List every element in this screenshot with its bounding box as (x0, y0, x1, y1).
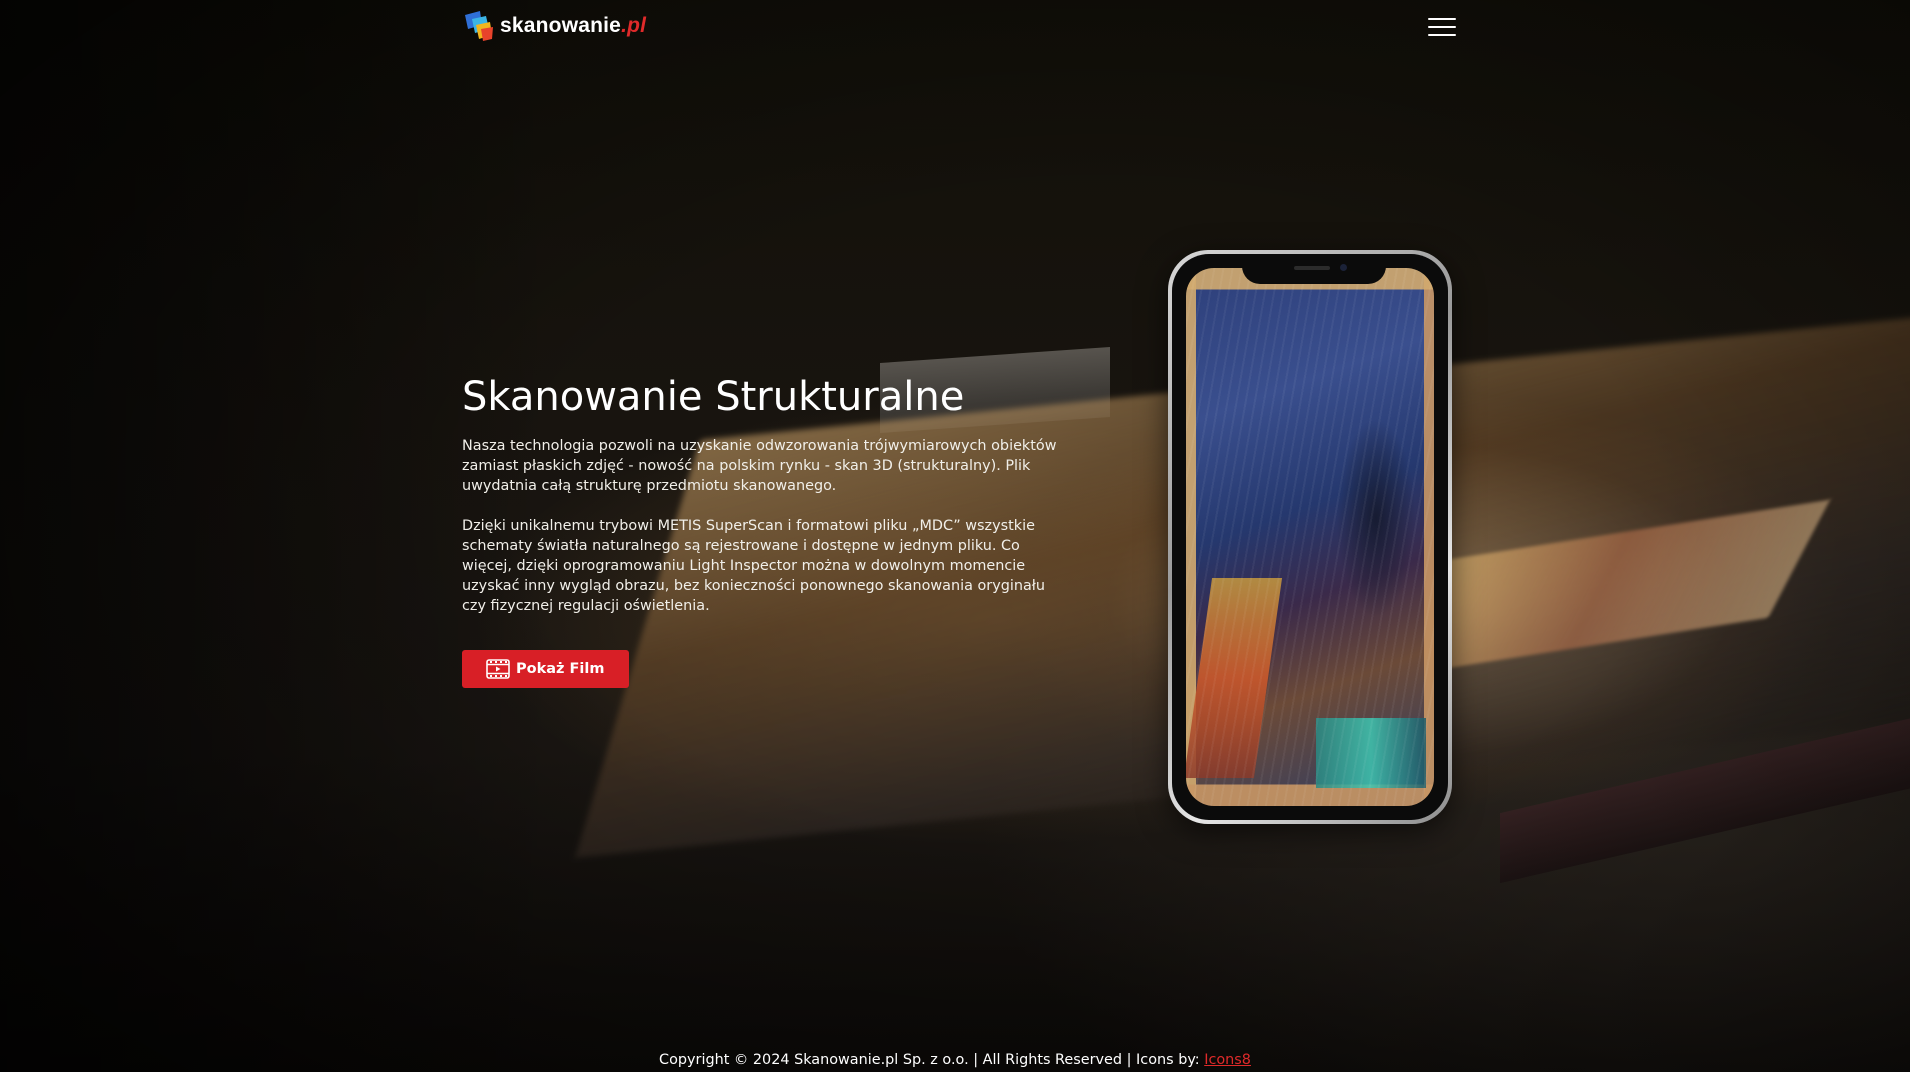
page-title: Skanowanie Strukturalne (462, 374, 965, 420)
logo-mark-icon (465, 11, 493, 41)
site-footer: Copyright © 2024 Skanowanie.pl Sp. z o.o… (0, 1050, 1910, 1070)
show-film-button[interactable]: Pokaż Film (462, 650, 630, 688)
phone-mockup (1168, 250, 1452, 824)
site-header: skanowanie.pl (462, 6, 1456, 54)
show-film-label: Pokaż Film (516, 661, 605, 677)
hero-description: Nasza technologia pozwoli na uzyskanie o… (462, 438, 1057, 494)
copyright-text: Copyright © 2024 Skanowanie.pl Sp. z o.o… (659, 1052, 1205, 1068)
logo-text: skanowanie.pl (500, 14, 647, 37)
site-logo[interactable]: skanowanie.pl (462, 6, 646, 46)
hamburger-menu-icon[interactable] (1428, 18, 1456, 38)
phone-screen-painting (1186, 268, 1434, 806)
hero-section: Skanowanie Strukturalne Nasza technologi… (462, 372, 1062, 688)
icons8-link[interactable]: Icons8 (1204, 1052, 1251, 1068)
film-icon (486, 659, 510, 679)
phone-notch (1242, 258, 1386, 284)
hero-description-secondary: Dzięki unikalnemu trybowi METIS SuperSca… (462, 518, 1045, 614)
